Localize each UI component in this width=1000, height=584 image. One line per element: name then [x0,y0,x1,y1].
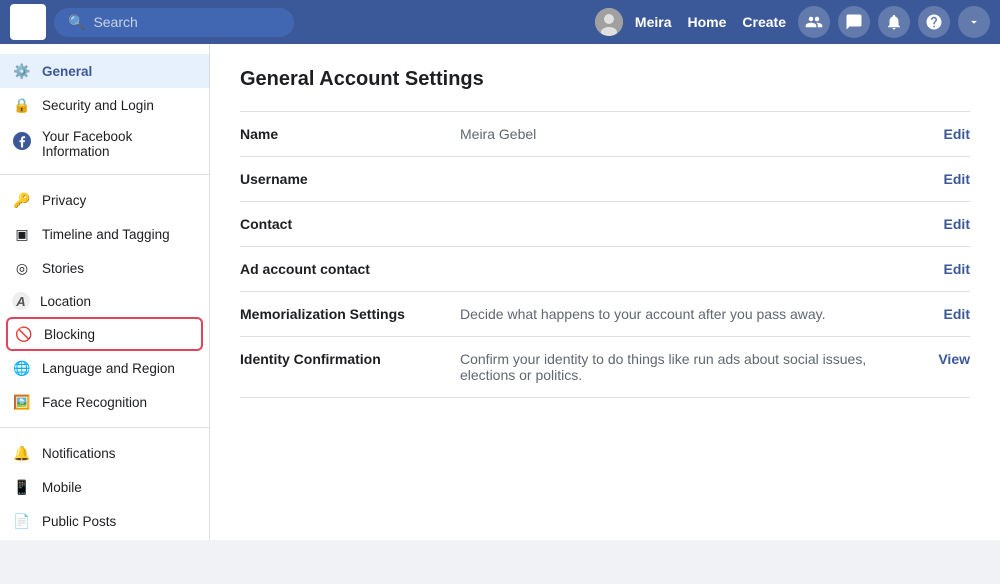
main-content: General Account Settings Name Meira Gebe… [210,44,1000,540]
memorialization-value: Decide what happens to your account afte… [460,306,924,322]
header: 🔍 Meira Home Create [0,0,1000,44]
sidebar-label-public-posts: Public Posts [42,514,116,529]
nav-items: Meira Home Create [595,6,990,38]
stories-icon: ◎ [12,258,32,278]
contact-edit-button[interactable]: Edit [924,216,970,232]
settings-row-ad-contact: Ad account contact Edit [240,246,970,291]
sidebar-label-timeline: Timeline and Tagging [42,227,170,242]
sidebar-label-face-recognition: Face Recognition [42,395,147,410]
contact-label: Contact [240,216,460,232]
identity-value: Confirm your identity to do things like … [460,351,918,383]
sidebar-item-notifications[interactable]: 🔔 Notifications [0,436,209,470]
separator-1 [0,174,209,175]
sidebar-label-security: Security and Login [42,98,154,113]
public-posts-icon: 📄 [12,511,32,531]
sidebar-item-public-posts[interactable]: 📄 Public Posts [0,504,209,538]
mobile-icon: 📱 [12,477,32,497]
separator-2 [0,427,209,428]
sidebar-item-privacy[interactable]: 🔑 Privacy [0,183,209,217]
search-input[interactable] [93,14,273,30]
sidebar-item-blocking[interactable]: 🚫 Blocking [6,317,203,351]
settings-row-contact: Contact Edit [240,201,970,246]
sidebar-label-blocking: Blocking [44,327,95,342]
sidebar-label-stories: Stories [42,261,84,276]
sidebar-label-general: General [42,64,92,79]
memorialization-edit-button[interactable]: Edit [924,306,970,322]
location-icon: A [12,292,30,310]
sidebar-label-notifications: Notifications [42,446,116,461]
memorialization-label: Memorialization Settings [240,306,460,322]
sidebar: ⚙️ General 🔒 Security and Login Your Fac… [0,44,210,540]
name-edit-button[interactable]: Edit [924,126,970,142]
user-name: Meira [631,14,676,30]
settings-row-username: Username Edit [240,156,970,201]
facebook-info-icon [12,131,32,151]
general-icon: ⚙️ [12,61,32,81]
blocking-icon: 🚫 [14,324,34,344]
username-label: Username [240,171,460,187]
help-icon[interactable] [918,6,950,38]
notifications-sidebar-icon: 🔔 [12,443,32,463]
sidebar-label-language: Language and Region [42,361,175,376]
sidebar-item-face-recognition[interactable]: 🖼️ Face Recognition [0,385,209,419]
sidebar-item-general[interactable]: ⚙️ General [0,54,209,88]
name-value: Meira Gebel [460,126,924,142]
settings-row-identity: Identity Confirmation Confirm your ident… [240,336,970,398]
friends-icon[interactable] [798,6,830,38]
name-label: Name [240,126,460,142]
sidebar-item-timeline[interactable]: ▣ Timeline and Tagging [0,217,209,251]
sidebar-item-security[interactable]: 🔒 Security and Login [0,88,209,122]
sidebar-item-facebook-info[interactable]: Your Facebook Information [0,122,209,166]
ad-contact-label: Ad account contact [240,261,460,277]
dropdown-icon[interactable] [958,6,990,38]
timeline-icon: ▣ [12,224,32,244]
sidebar-item-stories[interactable]: ◎ Stories [0,251,209,285]
sidebar-item-mobile[interactable]: 📱 Mobile [0,470,209,504]
create-link[interactable]: Create [738,14,790,30]
security-icon: 🔒 [12,95,32,115]
settings-row-memorialization: Memorialization Settings Decide what hap… [240,291,970,336]
sidebar-label-facebook-info: Your Facebook Information [42,129,197,159]
messenger-icon[interactable] [838,6,870,38]
page-title: General Account Settings [240,68,970,91]
sidebar-label-privacy: Privacy [42,193,86,208]
sidebar-item-language[interactable]: 🌐 Language and Region [0,351,209,385]
face-recognition-icon: 🖼️ [12,392,32,412]
identity-view-button[interactable]: View [918,351,970,367]
privacy-icon: 🔑 [12,190,32,210]
settings-row-name: Name Meira Gebel Edit [240,111,970,156]
search-icon: 🔍 [68,14,85,31]
avatar [595,8,623,36]
facebook-logo [10,4,46,40]
home-link[interactable]: Home [684,14,731,30]
layout: ⚙️ General 🔒 Security and Login Your Fac… [0,44,1000,540]
ad-contact-edit-button[interactable]: Edit [924,261,970,277]
sidebar-label-location: Location [40,294,91,309]
notifications-icon[interactable] [878,6,910,38]
username-edit-button[interactable]: Edit [924,171,970,187]
sidebar-label-mobile: Mobile [42,480,82,495]
sidebar-item-location[interactable]: A Location [0,285,209,317]
identity-label: Identity Confirmation [240,351,460,367]
language-icon: 🌐 [12,358,32,378]
search-bar[interactable]: 🔍 [54,8,294,37]
